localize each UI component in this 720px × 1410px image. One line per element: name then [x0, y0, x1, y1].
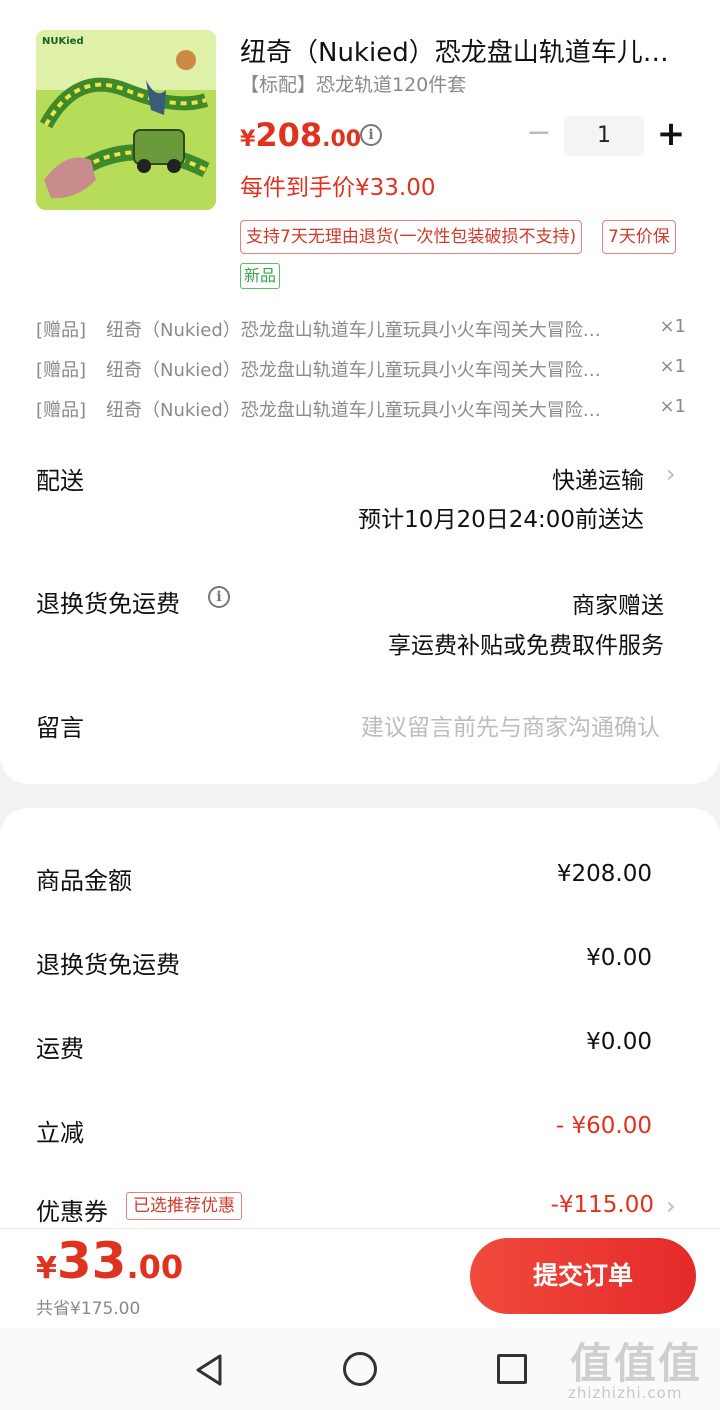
total-price: ¥33.00 — [36, 1232, 183, 1290]
gift-tag: [赠品] — [36, 320, 87, 341]
total-currency: ¥ — [36, 1251, 57, 1286]
gift-name: 纽奇（Nukied）恐龙盘山轨道车儿童玩具小火车闯关大冒险… — [106, 400, 601, 421]
return-policy-tag: 支持7天无理由退货(一次性包装破损不支持) — [240, 220, 583, 254]
quantity-input[interactable]: 1 — [564, 116, 644, 156]
coupon-value[interactable]: -¥115.00 — [551, 1192, 654, 1218]
total-integer: 33 — [56, 1232, 127, 1290]
saved-amount: 共省¥175.00 — [36, 1299, 141, 1319]
quantity-decrease-button[interactable]: − — [526, 118, 552, 152]
quantity-increase-button[interactable]: + — [656, 116, 686, 152]
coupon-label[interactable]: 优惠券 — [36, 1192, 108, 1227]
message-input[interactable]: 建议留言前先与商家沟通确认 — [361, 708, 660, 742]
price-decimal: .00 — [322, 127, 362, 152]
price-integer: 208 — [255, 116, 323, 154]
summary-label: 立减 — [36, 1119, 84, 1147]
nav-recent-icon[interactable] — [497, 1354, 527, 1384]
summary-label: 退换货免运费 — [36, 951, 180, 979]
chevron-right-icon[interactable]: › — [666, 1192, 676, 1220]
summary-value: ¥208.00 — [556, 861, 652, 887]
product-title[interactable]: 纽奇（Nukied）恐龙盘山轨道车儿… — [240, 32, 680, 69]
new-product-tag: 新品 — [240, 263, 281, 289]
nav-back-icon[interactable] — [190, 1350, 230, 1390]
summary-value: ¥0.00 — [586, 1029, 652, 1055]
delivery-method[interactable]: 快递运输 — [552, 461, 644, 495]
discount-value: - ¥60.00 — [555, 1113, 652, 1139]
info-icon[interactable]: i — [360, 124, 382, 146]
chevron-right-icon[interactable]: › — [666, 460, 676, 488]
product-thumbnail[interactable]: NUKied — [36, 30, 216, 210]
gift-quantity: ×1 — [659, 356, 686, 377]
gift-name: 纽奇（Nukied）恐龙盘山轨道车儿童玩具小火车闯关大冒险… — [106, 360, 601, 381]
submit-order-button[interactable]: 提交订单 — [470, 1238, 696, 1314]
return-shipping-label: 退换货免运费 — [36, 590, 180, 618]
gift-quantity: ×1 — [659, 396, 686, 417]
gift-tag: [赠品] — [36, 400, 87, 421]
info-icon[interactable]: i — [208, 586, 230, 608]
product-image: NUKied — [36, 30, 216, 210]
gift-name: 纽奇（Nukied）恐龙盘山轨道车儿童玩具小火车闯关大冒险… — [106, 320, 601, 341]
order-product-card: NUKied 纽奇（Nukied）恐龙盘山轨道车儿… 【标配】恐龙轨道120件套… — [0, 0, 720, 784]
gift-quantity: ×1 — [659, 316, 686, 337]
return-shipping-value: 商家赠送 — [572, 593, 664, 619]
product-price: ¥208.00 — [240, 116, 361, 154]
nav-home-icon[interactable] — [343, 1352, 377, 1386]
price-protect-tag: 7天价保 — [602, 220, 676, 254]
summary-label: 运费 — [36, 1035, 84, 1063]
watermark-logo: 值值值 — [570, 1339, 703, 1388]
delivery-label: 配送 — [36, 467, 84, 495]
gift-item[interactable]: [赠品] 纽奇（Nukied）恐龙盘山轨道车儿童玩具小火车闯关大冒险… ×1 — [36, 396, 686, 426]
delivery-eta: 预计10月20日24:00前送达 — [358, 507, 644, 533]
brand-logo: NUKied — [42, 36, 84, 47]
watermark-url: zhizhizhi.com — [568, 1384, 683, 1402]
summary-value: ¥0.00 — [586, 945, 652, 971]
price-currency: ¥ — [240, 127, 256, 152]
gift-item[interactable]: [赠品] 纽奇（Nukied）恐龙盘山轨道车儿童玩具小火车闯关大冒险… ×1 — [36, 316, 686, 346]
return-shipping-desc: 享运费补贴或免费取件服务 — [388, 633, 664, 659]
product-spec[interactable]: 【标配】恐龙轨道120件套 — [240, 70, 466, 97]
unit-price: 每件到手价¥33.00 — [240, 175, 436, 201]
gift-item[interactable]: [赠品] 纽奇（Nukied）恐龙盘山轨道车儿童玩具小火车闯关大冒险… ×1 — [36, 356, 686, 386]
total-decimal: .00 — [126, 1248, 184, 1286]
gift-tag: [赠品] — [36, 360, 87, 381]
coupon-recommended-tag: 已选推荐优惠 — [126, 1192, 242, 1220]
message-label: 留言 — [36, 714, 84, 742]
summary-label: 商品金额 — [36, 867, 132, 895]
